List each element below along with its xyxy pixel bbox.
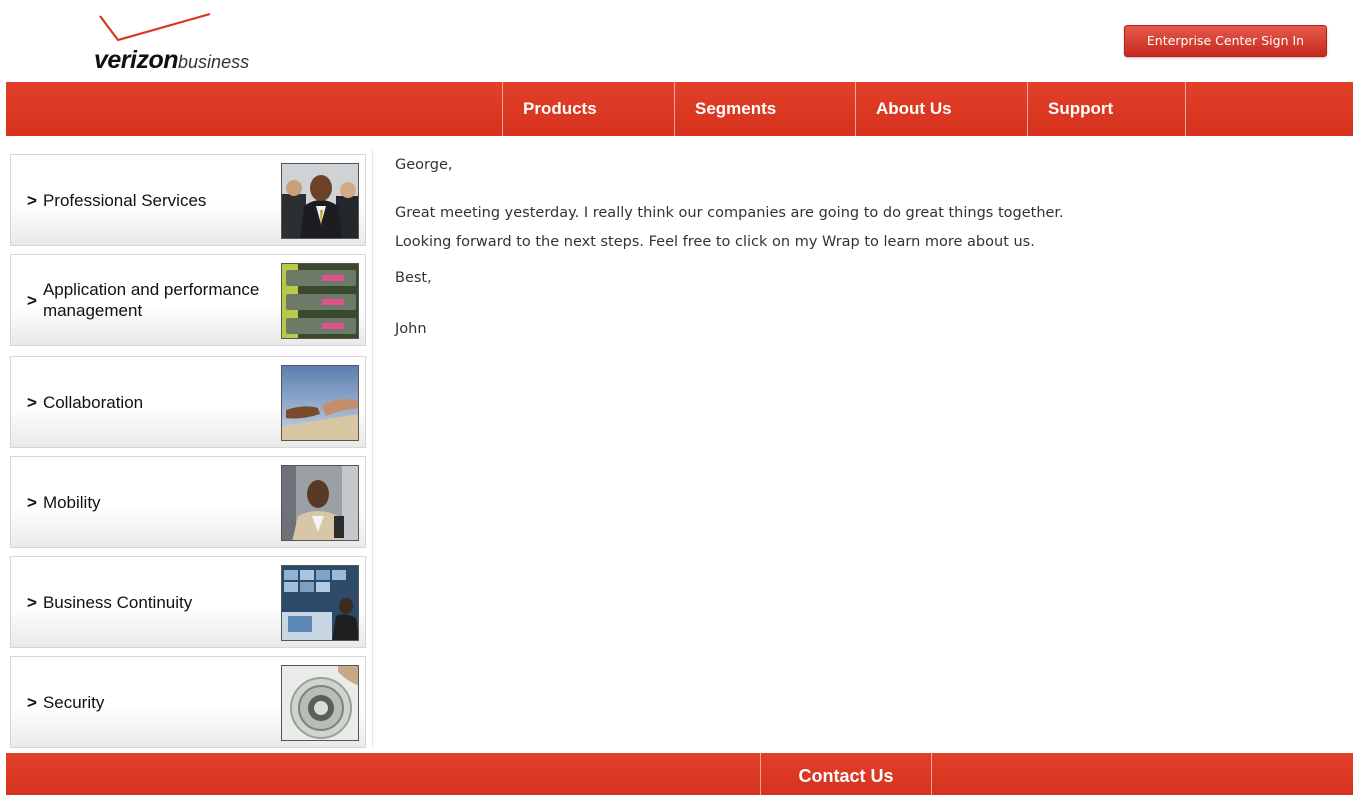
chevron-right-icon: >: [27, 692, 37, 712]
chevron-right-icon: >: [27, 290, 37, 310]
message-line-2: Looking forward to the next steps. Feel …: [395, 234, 1035, 250]
logo-word: verizon: [94, 46, 179, 74]
sidebar-item-application-performance[interactable]: > Application and performance management: [10, 254, 366, 346]
businessman-photo: [281, 465, 359, 541]
nav-item-about-us[interactable]: About Us: [855, 82, 1027, 136]
sidebar-item-label: > Collaboration: [27, 392, 144, 412]
business-people-photo: [281, 163, 359, 239]
sidebar-item-label: > Business Continuity: [27, 592, 193, 612]
sidebar-item-label: > Application and performance management: [27, 280, 260, 320]
message-closing: Best,: [395, 270, 432, 286]
nav-divider: [1185, 82, 1186, 136]
verizon-business-logo[interactable]: verizonbusiness: [92, 10, 292, 76]
logo-sub: business: [178, 52, 250, 72]
message-greeting: George,: [395, 157, 453, 173]
sidebar-item-mobility[interactable]: > Mobility: [10, 456, 366, 548]
chevron-right-icon: >: [27, 190, 37, 210]
footer: Contact Us: [6, 753, 1353, 795]
logo-text: verizonbusiness: [94, 46, 249, 75]
sidebar-item-label: > Security: [27, 692, 105, 712]
message-line-1: Great meeting yesterday. I really think …: [395, 205, 1064, 221]
sidebar-item-professional-services[interactable]: > Professional Services: [10, 154, 366, 246]
sidebar-item-label: > Professional Services: [27, 190, 207, 210]
sidebar-item-label: > Mobility: [27, 492, 101, 512]
chevron-right-icon: >: [27, 492, 37, 512]
checkmark-icon: [99, 12, 211, 42]
contact-us-link[interactable]: Contact Us: [760, 753, 932, 795]
message-signature: John: [395, 321, 427, 337]
enterprise-center-sign-in-button[interactable]: Enterprise Center Sign In: [1124, 25, 1327, 57]
chevron-right-icon: >: [27, 592, 37, 612]
sidebar: > Professional Services > Application and …: [10, 150, 366, 748]
vault-dial-photo: [281, 665, 359, 741]
nav-item-segments[interactable]: Segments: [674, 82, 855, 136]
sidebar-divider: [372, 150, 373, 748]
sidebar-item-collaboration[interactable]: > Collaboration: [10, 356, 366, 448]
handshake-photo: [281, 365, 359, 441]
control-room-photo: [281, 565, 359, 641]
server-racks-photo: [281, 263, 359, 339]
nav-item-products[interactable]: Products: [502, 82, 674, 136]
header: verizonbusiness Enterprise Center Sign I…: [0, 0, 1353, 82]
sidebar-item-security[interactable]: > Security: [10, 656, 366, 748]
sidebar-item-business-continuity[interactable]: > Business Continuity: [10, 556, 366, 648]
main-nav: Products Segments About Us Support: [6, 82, 1353, 136]
chevron-right-icon: >: [27, 392, 37, 412]
nav-item-support[interactable]: Support: [1027, 82, 1185, 136]
